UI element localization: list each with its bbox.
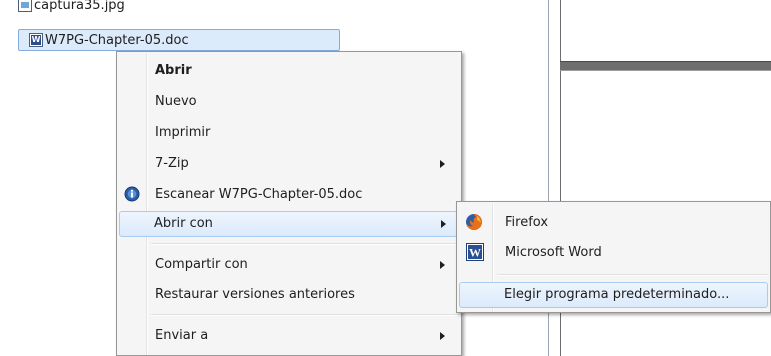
menu-item-compartir[interactable]: Compartir con	[119, 252, 459, 278]
submenu-arrow-icon	[440, 160, 445, 168]
menu-item-label: Escanear W7PG-Chapter-05.doc	[155, 187, 363, 202]
menu-item-7zip[interactable]: 7-Zip	[119, 151, 459, 177]
submenu-arrow-icon	[440, 332, 445, 340]
word-icon: W	[466, 243, 484, 261]
menu-item-label: 7-Zip	[155, 156, 189, 171]
menu-item-label: Enviar a	[155, 328, 209, 343]
submenu-arrow-icon	[441, 220, 446, 228]
menu-item-label: Firefox	[505, 215, 549, 230]
menu-item-abrir[interactable]: Abrir	[119, 58, 459, 84]
menu-item-nuevo[interactable]: Nuevo	[119, 89, 459, 115]
menu-item-label: Microsoft Word	[505, 245, 602, 260]
submenu-arrow-icon	[440, 261, 445, 269]
open-with-submenu: Firefox W Microsoft Word Elegir programa…	[456, 201, 771, 313]
menu-item-label: Compartir con	[155, 257, 248, 272]
menu-item-firefox[interactable]: Firefox	[459, 210, 768, 236]
document-preview-bar	[560, 61, 771, 71]
antivirus-scan-icon	[124, 186, 140, 202]
menu-separator	[151, 243, 459, 245]
word-document-icon: W	[29, 33, 43, 47]
file-item-captura[interactable]: captura35.jpg	[18, 0, 198, 16]
context-menu: Abrir Nuevo Imprimir 7-Zip Escanear W7PG…	[116, 51, 462, 356]
menu-item-label: Restaurar versiones anteriores	[155, 287, 355, 302]
menu-item-label: Elegir programa predeterminado...	[504, 287, 730, 302]
menu-item-imprimir[interactable]: Imprimir	[119, 120, 459, 146]
menu-item-label: Abrir	[155, 63, 192, 78]
menu-separator	[497, 274, 768, 276]
menu-item-restaurar[interactable]: Restaurar versiones anteriores	[119, 282, 459, 308]
menu-item-label: Imprimir	[155, 125, 211, 140]
file-item-selected[interactable]: W W7PG-Chapter-05.doc	[18, 29, 340, 51]
file-name: W7PG-Chapter-05.doc	[45, 32, 189, 48]
file-name: captura35.jpg	[34, 0, 125, 13]
menu-item-enviar-a[interactable]: Enviar a	[119, 323, 459, 349]
firefox-icon	[466, 214, 482, 230]
menu-item-elegir-programa[interactable]: Elegir programa predeterminado...	[459, 282, 768, 308]
menu-item-escanear[interactable]: Escanear W7PG-Chapter-05.doc	[119, 182, 459, 208]
image-file-icon	[18, 0, 32, 12]
svg-text:W: W	[469, 246, 481, 260]
menu-separator	[151, 314, 459, 316]
menu-item-microsoft-word[interactable]: W Microsoft Word	[459, 240, 768, 266]
menu-item-label: Abrir con	[154, 216, 213, 231]
menu-item-abrir-con[interactable]: Abrir con	[119, 211, 459, 237]
menu-item-label: Nuevo	[155, 94, 197, 109]
